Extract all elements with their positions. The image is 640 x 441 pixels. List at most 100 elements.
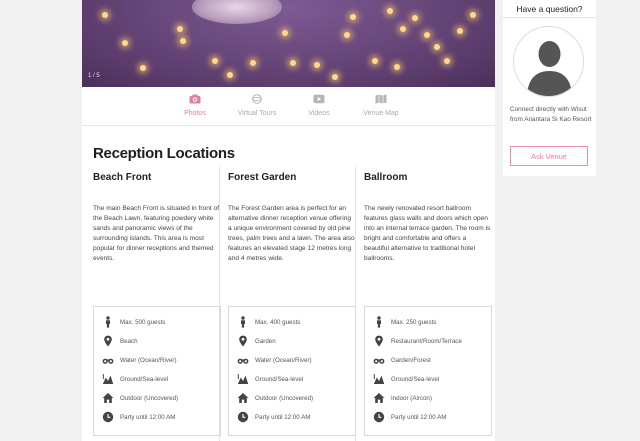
location-description: The main Beach Front is situated in fron…: [93, 205, 220, 263]
feature-label: Restaurant/Room/Terrace: [391, 337, 462, 345]
candle-light: [177, 26, 183, 32]
feature-label: Ground/Sea-level: [391, 375, 440, 383]
feature-label: Ground/Sea-level: [255, 375, 304, 383]
contact-venue-card: Have a question? Connect directly with W…: [503, 0, 596, 176]
person-icon: [241, 316, 245, 328]
house-icon: [102, 393, 114, 403]
feature-label: Ground/Sea-level: [120, 375, 169, 383]
feature-label: Indoor (Aircon): [391, 394, 432, 402]
candle-light: [102, 12, 108, 18]
feature-label: Garden: [255, 337, 276, 345]
location-name: Forest Garden: [228, 172, 297, 183]
candle-light: [290, 60, 296, 66]
candle-light: [457, 28, 463, 34]
clock-icon: [102, 411, 114, 423]
tab-photos-label: Photos: [184, 110, 206, 117]
feature-label: Party until 12:00 AM: [255, 413, 311, 421]
feature-view: Water (Ocean/River): [102, 353, 177, 367]
candle-light: [470, 12, 476, 18]
candle-light: [372, 58, 378, 64]
clock-icon: [373, 411, 385, 423]
candle-light: [350, 14, 356, 20]
feature-label: Outdoor (Uncovered): [120, 394, 179, 402]
feature-view: Garden/Forest: [373, 353, 431, 367]
location-name: Ballroom: [364, 172, 408, 183]
candle-light: [140, 65, 146, 71]
candle-light: [434, 44, 440, 50]
question-heading: Have a question?: [516, 4, 583, 14]
candle-light: [400, 26, 406, 32]
feature-level: Ground/Sea-level: [237, 372, 303, 386]
location-features: Max. 400 guests Garden Water (Ocean/Rive…: [228, 306, 356, 436]
feature-party-time: Party until 12:00 AM: [373, 410, 446, 424]
feature-capacity: Max. 500 guests: [102, 315, 165, 329]
tab-virtual-tours-label: Virtual Tours: [237, 110, 277, 117]
feature-label: Water (Ocean/River): [255, 356, 312, 364]
elevation-icon: [102, 374, 114, 384]
elevation-icon: [373, 374, 385, 384]
candle-light: [394, 64, 400, 70]
location-pin-icon: [375, 335, 383, 347]
feature-party-time: Party until 12:00 AM: [237, 410, 310, 424]
location-beach-front: Beach Front The main Beach Front is situ…: [93, 166, 221, 441]
location-name: Beach Front: [93, 172, 152, 183]
candle-light: [227, 72, 233, 78]
person-icon: [377, 316, 381, 328]
person-icon: [106, 316, 110, 328]
location-pin-icon: [104, 335, 112, 347]
candle-light: [332, 74, 338, 80]
elevation-icon: [237, 374, 249, 384]
feature-view: Water (Ocean/River): [237, 353, 312, 367]
location-description: The newly renovated resort ballroom feat…: [364, 205, 491, 263]
location-ballroom: Ballroom The newly renovated resort ball…: [364, 166, 492, 441]
feature-setting: Garden: [237, 334, 276, 348]
feature-indoor-outdoor: Outdoor (Uncovered): [102, 391, 178, 405]
tab-venue-map[interactable]: Venue Map: [346, 94, 416, 117]
feature-capacity: Max. 400 guests: [237, 315, 300, 329]
feature-level: Ground/Sea-level: [373, 372, 439, 386]
360-icon: [252, 94, 262, 104]
candle-light: [412, 15, 418, 21]
clock-icon: [237, 411, 249, 423]
feature-party-time: Party until 12:00 AM: [102, 410, 175, 424]
candle-light: [282, 30, 288, 36]
user-silhouette-icon: [527, 41, 572, 96]
feature-label: Max. 400 guests: [255, 318, 301, 326]
binoculars-icon: [373, 358, 385, 364]
tab-videos[interactable]: Videos: [284, 94, 354, 117]
location-features: Max. 250 guests Restaurant/Room/Terrace …: [364, 306, 492, 436]
location-description: The Forest Garden area is perfect for an…: [228, 205, 355, 263]
section-title: Reception Locations: [93, 145, 235, 162]
candle-light: [180, 38, 186, 44]
feature-label: Water (Ocean/River): [120, 356, 177, 364]
ask-venue-button[interactable]: Ask Venue: [510, 146, 588, 166]
venue-main-card: 1 / 5 Photos Virtual Tours Videos Venue …: [82, 0, 495, 441]
feature-label: Party until 12:00 AM: [391, 413, 447, 421]
video-play-icon: [313, 94, 325, 104]
feature-level: Ground/Sea-level: [102, 372, 168, 386]
contact-text: Connect directly with Wisut from Anantar…: [510, 106, 592, 123]
binoculars-icon: [237, 358, 249, 364]
candle-light: [444, 58, 450, 64]
feature-setting: Beach: [102, 334, 138, 348]
tab-venue-map-label: Venue Map: [363, 110, 399, 117]
candle-light: [424, 32, 430, 38]
candle-light: [387, 8, 393, 14]
candle-light: [314, 62, 320, 68]
house-icon: [237, 393, 249, 403]
heading-divider: [503, 17, 596, 18]
feature-label: Outdoor (Uncovered): [255, 394, 314, 402]
feature-label: Party until 12:00 AM: [120, 413, 176, 421]
tab-virtual-tours[interactable]: Virtual Tours: [222, 94, 292, 117]
candle-light: [212, 58, 218, 64]
binoculars-icon: [102, 358, 114, 364]
feature-label: Beach: [120, 337, 138, 345]
media-tabs: Photos Virtual Tours Videos Venue Map: [82, 90, 495, 126]
photo-table-decor: [192, 0, 282, 24]
feature-indoor-outdoor: Outdoor (Uncovered): [237, 391, 313, 405]
tab-photos[interactable]: Photos: [160, 94, 230, 117]
map-icon: [375, 94, 387, 104]
venue-photo-carousel[interactable]: 1 / 5: [82, 0, 495, 87]
feature-indoor-outdoor: Indoor (Aircon): [373, 391, 432, 405]
carousel-counter: 1 / 5: [88, 73, 100, 79]
